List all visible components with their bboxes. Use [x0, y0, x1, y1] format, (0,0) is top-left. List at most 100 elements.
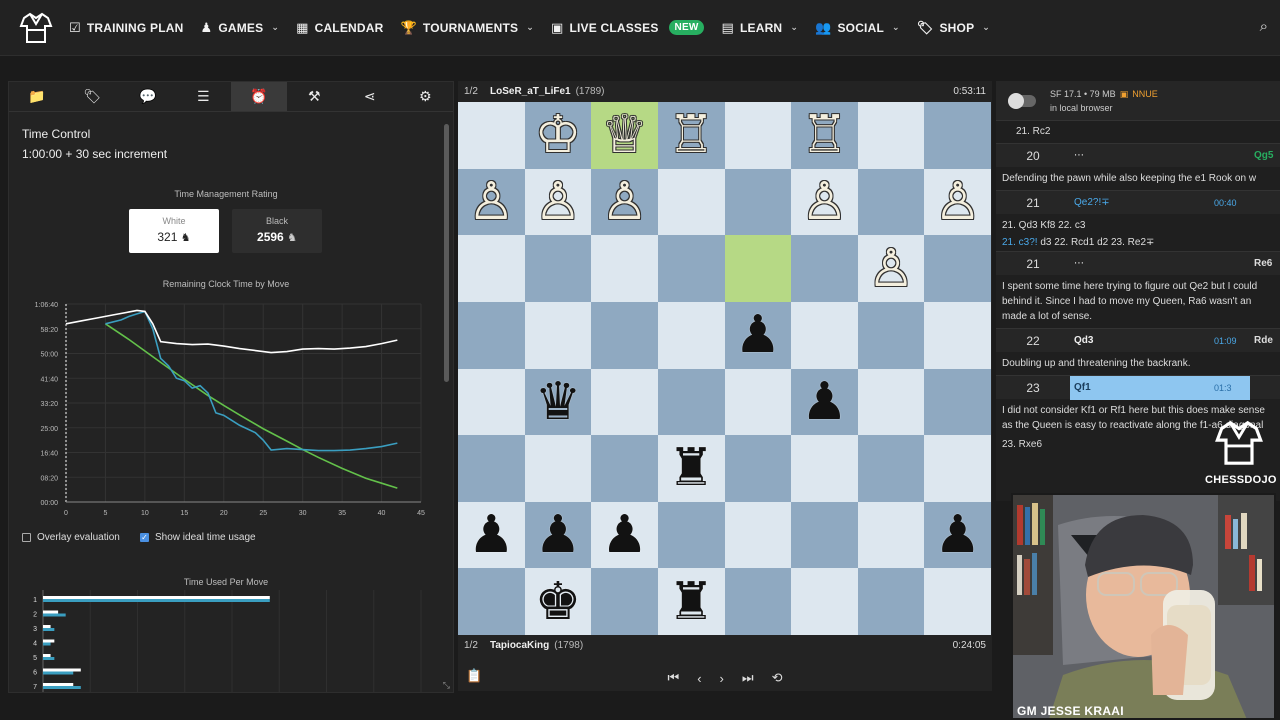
board-square[interactable] — [924, 435, 991, 502]
nav-item-calendar[interactable]: ▦ CALENDAR — [296, 20, 383, 36]
board-square[interactable] — [458, 235, 525, 302]
white-move[interactable]: ⋯ — [1070, 150, 1200, 161]
nav-item-live-classes[interactable]: ▣ LIVE CLASSES NEW — [551, 20, 705, 36]
board-square[interactable]: ♙ — [458, 168, 525, 236]
board-square[interactable] — [724, 435, 792, 502]
board-square[interactable]: ♟ — [791, 368, 858, 436]
tab-tools[interactable]: ⚒ — [287, 82, 343, 111]
black-move[interactable]: Qg5 — [1254, 150, 1273, 161]
board-square[interactable] — [791, 501, 858, 569]
board-square[interactable] — [791, 568, 858, 635]
board-square[interactable] — [591, 235, 658, 302]
board-square[interactable]: ♛ — [524, 368, 592, 436]
white-move-selected[interactable]: Qf1 — [1070, 382, 1200, 393]
chess-board[interactable]: ♔ ♕ ♖ ♖ ♙ ♙ ♙ ♙ ♙ ♙ ♟ ♛ ♟ ♜ ♟ ♟ ♟ ♟ ♚ ♜ — [458, 102, 991, 635]
prev-move-button[interactable]: ‹ — [697, 671, 701, 686]
board-square[interactable] — [857, 301, 925, 369]
engine-toggle[interactable] — [1008, 92, 1036, 109]
board-square[interactable]: ♟ — [458, 501, 525, 569]
board-square[interactable] — [591, 368, 658, 436]
board-square[interactable]: ♙ — [524, 168, 592, 236]
board-square[interactable]: ♔ — [524, 102, 592, 169]
white-piece[interactable]: ♙ — [801, 176, 848, 228]
white-piece[interactable]: ♖ — [801, 109, 848, 161]
chessdojo-logo-icon[interactable] — [17, 9, 55, 47]
white-piece[interactable]: ♙ — [934, 176, 981, 228]
board-square[interactable] — [591, 568, 658, 635]
show-ideal-time-checkbox[interactable]: ✓ — [140, 533, 149, 542]
white-piece[interactable]: ♖ — [668, 109, 715, 161]
tab-share[interactable]: ⋖ — [342, 82, 398, 111]
last-move-button[interactable]: ⏭ — [742, 670, 754, 686]
board-square[interactable]: ♖ — [657, 102, 725, 169]
tab-list[interactable]: ☰ — [176, 82, 232, 111]
board-square[interactable] — [657, 235, 725, 302]
black-piece[interactable]: ♜ — [668, 576, 715, 628]
black-piece[interactable]: ♟ — [535, 509, 582, 561]
board-square[interactable]: ♚ — [524, 568, 592, 635]
board-square[interactable] — [724, 501, 792, 569]
board-square[interactable]: ♖ — [791, 102, 858, 169]
board-square[interactable] — [524, 235, 592, 302]
nav-item-shop[interactable]: 🏷 SHOP ⌄ — [917, 20, 990, 36]
board-square[interactable] — [458, 301, 525, 369]
nav-item-social[interactable]: 👥 SOCIAL ⌄ — [815, 20, 900, 36]
white-piece[interactable]: ♙ — [468, 176, 515, 228]
board-square[interactable] — [791, 301, 858, 369]
white-piece[interactable]: ♙ — [868, 243, 915, 295]
bottom-player-name[interactable]: TapiocaKing — [490, 640, 549, 651]
tab-comment[interactable]: 💬 — [120, 82, 176, 111]
board-square[interactable] — [857, 102, 925, 169]
board-square[interactable] — [724, 235, 792, 302]
white-piece[interactable]: ♙ — [601, 176, 648, 228]
black-piece[interactable]: ♛ — [535, 376, 582, 428]
white-move[interactable]: Qe2?!∓ — [1070, 197, 1200, 208]
white-piece[interactable]: ♕ — [601, 109, 648, 161]
black-piece[interactable]: ♟ — [601, 509, 648, 561]
first-move-button[interactable]: ⏮ — [668, 670, 680, 686]
board-square[interactable] — [857, 368, 925, 436]
black-piece[interactable]: ♚ — [535, 576, 582, 628]
black-move[interactable]: Rde — [1254, 335, 1273, 346]
board-square[interactable] — [458, 368, 525, 436]
black-piece[interactable]: ♜ — [668, 442, 715, 494]
overlay-evaluation-checkbox[interactable] — [22, 533, 31, 542]
board-square[interactable] — [657, 301, 725, 369]
board-square[interactable] — [857, 435, 925, 502]
remaining-clock-chart[interactable]: 00:00 08:20 16:40 25:00 33:20 41:40 50:00 58:20… — [21, 294, 431, 522]
board-square[interactable] — [924, 301, 991, 369]
board-square[interactable]: ♙ — [791, 168, 858, 236]
board-square[interactable] — [791, 235, 858, 302]
board-square[interactable] — [657, 368, 725, 436]
board-square[interactable] — [657, 168, 725, 236]
board-square[interactable] — [724, 102, 792, 169]
time-per-move-chart[interactable]: 1 2 3 4 5 6 7 — [21, 590, 431, 692]
board-square[interactable] — [924, 235, 991, 302]
board-square[interactable] — [924, 568, 991, 635]
black-piece[interactable]: ♟ — [735, 309, 782, 361]
variation-line[interactable]: 21. Qd3 Kf8 22. c3 — [996, 214, 1280, 234]
board-square[interactable] — [657, 501, 725, 569]
flip-board-button[interactable]: ⟲ — [772, 670, 783, 686]
nav-item-tournaments[interactable]: 🏆 TOURNAMENTS ⌄ — [401, 20, 534, 36]
board-square[interactable] — [724, 368, 792, 436]
variation-line[interactable]: 21. c3?! d3 22. Rcd1 d2 23. Re2∓ — [996, 234, 1280, 251]
next-move-button[interactable]: › — [720, 671, 724, 686]
white-piece[interactable]: ♔ — [535, 109, 582, 161]
variation-line[interactable]: 21. Rc2 — [996, 121, 1280, 143]
board-square[interactable]: ♜ — [657, 568, 725, 635]
tab-gear[interactable]: ⚙ — [398, 82, 454, 111]
show-ideal-time-option[interactable]: ✓ Show ideal time usage — [140, 532, 256, 543]
board-square[interactable] — [591, 301, 658, 369]
board-square[interactable] — [924, 368, 991, 436]
white-move[interactable]: ⋯ — [1070, 258, 1200, 269]
nav-item-games[interactable]: ♟ GAMES ⌄ — [200, 20, 279, 36]
resize-handle-icon[interactable]: ⤡ — [443, 680, 450, 691]
scrollbar-thumb[interactable] — [444, 124, 449, 382]
board-square[interactable]: ♜ — [657, 435, 725, 502]
board-square[interactable] — [524, 435, 592, 502]
tab-alarm-clock[interactable]: ⏰ — [231, 82, 287, 111]
board-square[interactable] — [857, 568, 925, 635]
black-piece[interactable]: ♟ — [801, 376, 848, 428]
board-square[interactable] — [857, 168, 925, 236]
